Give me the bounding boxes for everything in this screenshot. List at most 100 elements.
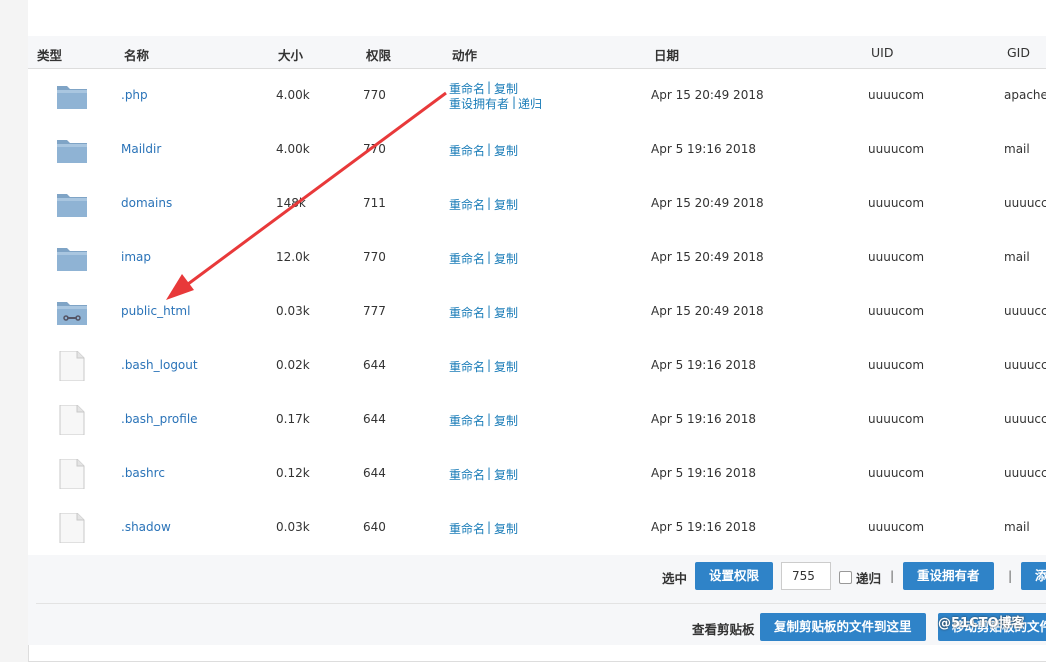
copy-link[interactable]: 复制: [494, 520, 518, 537]
file-icon[interactable]: [56, 458, 88, 490]
file-gid: mail: [1004, 520, 1030, 534]
file-uid: uuuucom: [868, 196, 925, 210]
copy-link[interactable]: 复制: [494, 466, 518, 483]
table-row[interactable]: Maildir 4.00k 770 重命名 | 复制 Apr 5 19:16 2018 uuu…: [28, 123, 1046, 178]
file-gid: uuuucc: [1004, 196, 1046, 210]
table-header: 类型 名称 大小 权限 动作 日期 UID GID: [28, 36, 1046, 69]
action-separator: |: [487, 196, 492, 210]
file-gid: uuuucc: [1004, 412, 1046, 426]
copy-link[interactable]: 复制: [494, 250, 518, 267]
col-size[interactable]: 大小: [278, 45, 303, 64]
copy-link[interactable]: 复制: [494, 196, 518, 213]
file-size: 0.03k: [276, 304, 310, 318]
file-permission: 770: [363, 250, 386, 264]
watermark: @51CTO博客: [938, 616, 1025, 631]
file-name-link[interactable]: .bash_profile: [121, 412, 198, 426]
rename-link[interactable]: 重命名: [449, 520, 485, 537]
file-size: 4.00k: [276, 88, 310, 102]
copy-link[interactable]: 复制: [494, 358, 518, 375]
reset-owner-button[interactable]: 重设拥有者: [903, 562, 994, 590]
rename-link[interactable]: 重命名: [449, 142, 485, 159]
file-name-link[interactable]: .shadow: [121, 520, 171, 534]
file-gid: apache: [1004, 88, 1046, 102]
file-date: Apr 5 19:16 2018: [651, 358, 756, 372]
file-gid: uuuucc: [1004, 304, 1046, 318]
copy-link[interactable]: 复制: [494, 304, 518, 321]
file-uid: uuuucom: [868, 358, 925, 372]
footer-divider: [36, 603, 1046, 604]
file-uid: uuuucom: [868, 304, 925, 318]
col-perm[interactable]: 权限: [366, 45, 391, 64]
file-uid: uuuucom: [868, 250, 925, 264]
selected-label: 选中: [662, 571, 688, 586]
col-uid[interactable]: UID: [871, 45, 893, 60]
file-name-link[interactable]: Maildir: [121, 142, 161, 156]
file-name-link[interactable]: imap: [121, 250, 151, 264]
file-icon[interactable]: [56, 512, 88, 544]
file-name-link[interactable]: domains: [121, 196, 172, 210]
table-row[interactable]: .bash_logout 0.02k 644 重命名 | 复制 Apr 5 19:16 20…: [28, 339, 1046, 394]
folder-icon[interactable]: [56, 81, 88, 111]
recursive-link[interactable]: 递归: [518, 95, 542, 112]
rename-link[interactable]: 重命名: [449, 358, 485, 375]
file-size: 148k: [276, 196, 306, 210]
permission-input[interactable]: 755: [781, 562, 831, 590]
folder-icon[interactable]: [56, 243, 88, 273]
file-name-link[interactable]: public_html: [121, 304, 190, 318]
table-row[interactable]: .shadow 0.03k 640 重命名 | 复制 Apr 5 19:16 2018 uuu…: [28, 501, 1046, 556]
action-separator: |: [487, 520, 492, 534]
table-row[interactable]: imap 12.0k 770 重命名 | 复制 Apr 15 20:49 2018 uuuuc…: [28, 231, 1046, 286]
file-permission: 644: [363, 358, 386, 372]
file-date: Apr 5 19:16 2018: [651, 520, 756, 534]
rename-link[interactable]: 重命名: [449, 196, 485, 213]
file-date: Apr 5 19:16 2018: [651, 412, 756, 426]
file-size: 0.17k: [276, 412, 310, 426]
file-uid: uuuucom: [868, 520, 925, 534]
table-row[interactable]: .bashrc 0.12k 644 重命名 | 复制 Apr 5 19:16 2018 uuu…: [28, 447, 1046, 502]
file-icon[interactable]: [56, 404, 88, 436]
folder-link-icon[interactable]: [56, 297, 88, 327]
file-size: 0.12k: [276, 466, 310, 480]
table-row[interactable]: domains 148k 711 重命名 | 复制 Apr 15 20:49 2018 uuu…: [28, 177, 1046, 232]
pipe-separator-2: |: [1008, 568, 1013, 583]
file-permission: 644: [363, 466, 386, 480]
rename-link[interactable]: 重命名: [449, 412, 485, 429]
copy-link[interactable]: 复制: [494, 412, 518, 429]
file-gid: mail: [1004, 250, 1030, 264]
col-type[interactable]: 类型: [37, 45, 62, 64]
copy-clipboard-here-button[interactable]: 复制剪贴板的文件到这里: [760, 613, 926, 641]
add-button[interactable]: 添: [1021, 562, 1046, 590]
folder-icon[interactable]: [56, 135, 88, 165]
file-name-link[interactable]: .php: [121, 88, 148, 102]
rename-link[interactable]: 重命名: [449, 466, 485, 483]
table-row[interactable]: .bash_profile 0.17k 644 重命名 | 复制 Apr 5 19:16 2…: [28, 393, 1046, 448]
file-permission: 770: [363, 88, 386, 102]
recursive-checkbox[interactable]: [839, 571, 852, 584]
file-date: Apr 15 20:49 2018: [651, 88, 764, 102]
file-gid: uuuucc: [1004, 358, 1046, 372]
file-date: Apr 5 19:16 2018: [651, 466, 756, 480]
action-separator: |: [487, 358, 492, 372]
file-icon[interactable]: [56, 350, 88, 382]
file-date: Apr 15 20:49 2018: [651, 304, 764, 318]
copy-link[interactable]: 复制: [494, 142, 518, 159]
folder-icon[interactable]: [56, 189, 88, 219]
file-uid: uuuucom: [868, 466, 925, 480]
file-gid: uuuucc: [1004, 466, 1046, 480]
view-clipboard-label: 查看剪贴板: [692, 622, 755, 637]
action-separator: |: [487, 250, 492, 264]
file-gid: mail: [1004, 142, 1030, 156]
table-row[interactable]: .php 4.00k 770 重命名 | 复制 重设拥有者 | 递归 Apr 15 20:49 2…: [28, 69, 1046, 124]
file-name-link[interactable]: .bash_logout: [121, 358, 198, 372]
rename-link[interactable]: 重命名: [449, 304, 485, 321]
chown-link[interactable]: 重设拥有者: [449, 95, 509, 112]
col-gid[interactable]: GID: [1007, 45, 1030, 60]
set-permission-button[interactable]: 设置权限: [695, 562, 774, 590]
file-uid: uuuucom: [868, 142, 925, 156]
file-size: 0.02k: [276, 358, 310, 372]
col-date[interactable]: 日期: [654, 45, 679, 64]
rename-link[interactable]: 重命名: [449, 250, 485, 267]
col-name[interactable]: 名称: [124, 45, 149, 64]
table-row[interactable]: public_html 0.03k 777 重命名 | 复制 Apr 15 20:49 20…: [28, 285, 1046, 340]
file-name-link[interactable]: .bashrc: [121, 466, 165, 480]
